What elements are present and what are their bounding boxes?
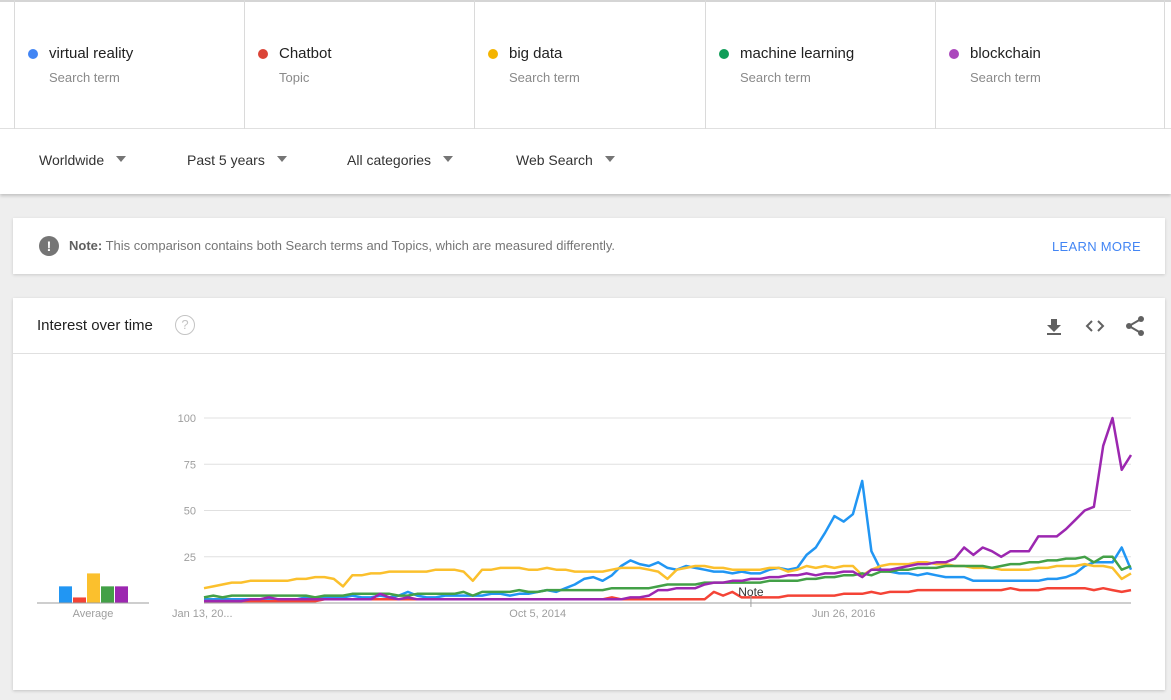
alert-icon: ! [39,236,59,256]
x-tick-label: Oct 5, 2014 [509,608,566,620]
term-type: Search term [970,70,1041,85]
term-card-blockchain[interactable]: blockchain Search term [935,0,1165,129]
region-dropdown[interactable]: Worldwide [39,152,127,168]
annotation-note-label: Note [738,585,764,599]
series-color-dot [28,49,38,59]
learn-more-link[interactable]: LEARN MORE [1052,239,1141,254]
note-body: This comparison contains both Search ter… [105,238,616,253]
average-bar-chart: Average [37,573,149,620]
chart-annotations: Note [738,585,764,607]
interest-over-time-panel: Interest over time ? Average 25 50 75 100 J… [13,298,1165,690]
series-color-dot [719,49,729,59]
category-dropdown[interactable]: All categories [347,152,454,168]
average-bar-chatbot [73,597,86,603]
caret-down-icon [116,156,127,163]
series-color-dot [949,49,959,59]
average-label: Average [73,608,114,620]
term-card-machine-learning[interactable]: machine learning Search term [705,0,935,129]
search-terms-bar: virtual reality Search term Chatbot Topi… [0,0,1171,194]
series-line-virtual-reality [204,479,1133,601]
interest-chart: Average 25 50 75 100 Jan 13, 20... Oct 5, 20… [37,413,1133,620]
series-color-dot [258,49,268,59]
average-bar-machine-learning [101,586,114,603]
series-lines [203,416,1133,603]
note-message: Note: This comparison contains both Sear… [69,238,615,253]
term-card-chatbot[interactable]: Chatbot Topic [244,0,474,129]
term-type: Search term [740,70,811,85]
y-tick-label-75: 75 [184,459,196,471]
term-card-big-data[interactable]: big data Search term [474,0,705,129]
chart-gridlines: 25 50 75 100 [178,413,1131,604]
terms-row: virtual reality Search term Chatbot Topi… [0,0,1171,129]
caret-down-icon [443,156,454,163]
note-banner: ! Note: This comparison contains both Se… [13,218,1165,274]
term-type: Topic [279,70,310,85]
term-card-virtual-reality[interactable]: virtual reality Search term [14,0,244,129]
average-bar-virtual-reality [59,586,72,603]
time-range-dropdown[interactable]: Past 5 years [187,152,287,168]
time-range-value: Past 5 years [187,152,265,168]
term-name: virtual reality [49,45,134,62]
category-value: All categories [347,152,432,168]
term-name: Chatbot [279,45,332,62]
caret-down-icon [604,156,615,163]
term-name: machine learning [740,45,855,62]
term-type: Search term [49,70,120,85]
term-name: blockchain [970,45,1041,62]
y-tick-label-25: 25 [184,552,196,564]
y-tick-label-100: 100 [178,413,196,425]
region-value: Worldwide [39,152,105,168]
x-axis-ticks: Jan 13, 20... Oct 5, 2014 Jun 26, 2016 [172,608,875,620]
caret-down-icon [276,156,287,163]
average-bar-big-data [87,573,100,603]
average-bar-blockchain [115,586,128,603]
series-line-blockchain [204,416,1133,603]
series-color-dot [488,49,498,59]
y-tick-label-50: 50 [184,506,196,518]
search-type-dropdown[interactable]: Web Search [516,152,615,168]
x-tick-label: Jun 26, 2016 [812,608,876,620]
search-type-value: Web Search [516,152,593,168]
filter-bar: Worldwide Past 5 years All categories We… [0,130,1171,193]
note-label: Note: [69,238,103,253]
term-type: Search term [509,70,580,85]
term-name: big data [509,45,563,62]
x-tick-label: Jan 13, 20... [172,608,233,620]
